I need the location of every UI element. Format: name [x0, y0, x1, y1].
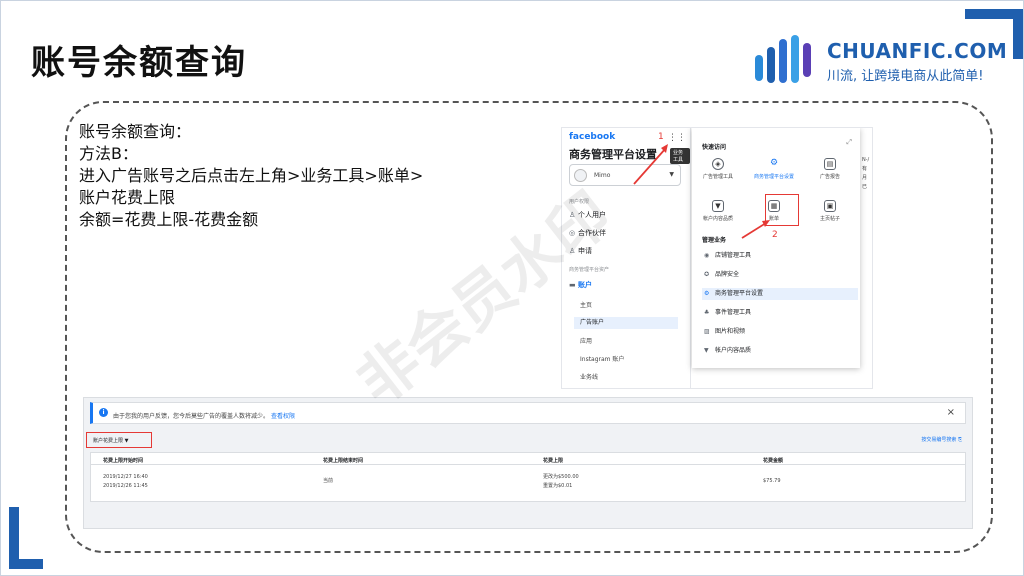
quick-access-title: 快速访问	[702, 144, 727, 151]
business-name: Mimo	[594, 172, 611, 179]
header-divider	[91, 464, 965, 465]
expand-icon[interactable]: ⤢	[846, 138, 852, 147]
sidebar-subitem-apps[interactable]: 应用	[580, 336, 592, 345]
manage-item-account-quality[interactable]: ▼ 帐户内容品质	[702, 345, 858, 357]
sidebar-item-accounts[interactable]: ▬ 账户	[569, 280, 592, 290]
table-cell: 更改为$500.00 重置为$0.01	[543, 474, 579, 489]
compass-icon: ◈	[712, 158, 724, 170]
logo-bars-icon	[755, 35, 811, 83]
manage-item-events-manager[interactable]: ♣ 事件管理工具	[702, 307, 858, 319]
report-icon: ▤	[824, 158, 836, 170]
shield-icon: ▼	[704, 347, 709, 354]
notice-link[interactable]: 查看权限	[271, 413, 295, 420]
dropdown-highlight-box	[86, 432, 152, 448]
chevron-down-icon: ▼	[669, 171, 674, 178]
description-line: 进入广告账号之后点击左上角>业务工具>账单>	[79, 166, 424, 185]
media-icon: ▨	[704, 328, 710, 335]
posts-icon: ▣	[824, 200, 836, 212]
slide: 账号余额查询 CHUANFIC.COM 川流, 让跨境电商从此简单! 账号余额查…	[0, 0, 1024, 576]
sidebar-subitem-instagram[interactable]: Instagram 账户	[580, 354, 624, 363]
quick-access-panel: 快速访问 ⤢ ◈ 广告管理工具 ⚙ 商务管理平台设置 ▤ 广告报告 ▼ 帐户内容品质 ▦…	[692, 128, 860, 368]
sidebar-subitem-business-lines[interactable]: 业务线	[580, 372, 598, 381]
store-icon: ◉	[704, 252, 710, 259]
search-by-transaction-link[interactable]: 按交易编号搜索 ⎘	[921, 436, 962, 443]
facebook-logo: facebook	[569, 132, 616, 142]
slide-title: 账号余额查询	[31, 43, 247, 83]
table-cell: 2019/12/27 16:40 2019/12/26 11:45	[103, 474, 148, 489]
brand-safety-icon: ✪	[704, 271, 710, 278]
manage-item-media[interactable]: ▨ 图片和视频	[702, 326, 858, 338]
manage-business-title: 管理业务	[702, 237, 727, 244]
divider	[690, 128, 691, 388]
sidebar-subitem-ad-accounts[interactable]: 广告账户	[574, 317, 678, 329]
description-line: 方法B：	[79, 144, 138, 163]
quick-item-page-posts[interactable]: ▣ 主页帖子	[810, 200, 850, 222]
fb-settings-heading: 商务管理平台设置	[569, 148, 657, 161]
manage-item-business-settings[interactable]: ⚙ 商务管理平台设置	[702, 288, 858, 300]
shield-icon: ▼	[712, 200, 724, 212]
column-header: 花费上限开始时间	[103, 458, 144, 464]
table-cell: $75.79	[763, 478, 781, 484]
business-selector[interactable]: Mimo ▼	[569, 164, 681, 186]
description-line: 账户花费上限	[79, 188, 176, 207]
gear-icon: ⚙	[769, 158, 779, 168]
description-text: 账号余额查询： 方法B： 进入广告账号之后点击左上角>业务工具>账单> 账户花费…	[79, 121, 499, 231]
cropped-edge-text: N-/ 有 月 已	[862, 157, 870, 190]
quick-item-ads-reporting[interactable]: ▤ 广告报告	[810, 158, 850, 180]
events-icon: ♣	[704, 309, 710, 316]
logo-slogan: 川流, 让跨境电商从此简单!	[827, 69, 984, 84]
description-line: 账号余额查询：	[79, 122, 192, 141]
description-line: 余额=花费上限-花费金额	[79, 210, 259, 229]
column-header: 花费金额	[763, 458, 784, 464]
billing-screenshot: i 由于您我的用户反馈，您今后莫些广告的覆盖人数将减少。 查看权限 × 账户花费…	[83, 397, 973, 529]
logo-name: CHUANFIC.COM	[827, 39, 1008, 63]
manage-item-brand-safety[interactable]: ✪ 品牌安全	[702, 269, 858, 281]
billing-highlight-box	[765, 194, 799, 226]
business-tools-tooltip: 业务工具	[670, 148, 690, 164]
notice-banner: i 由于您我的用户反馈，您今后莫些广告的覆盖人数将减少。 查看权限 ×	[90, 402, 966, 424]
info-icon: i	[99, 408, 108, 417]
fb-settings-screenshot: facebook 商务管理平台设置 ⋮⋮ 业务工具 Mimo ▼ 用户权限 ♙ 个…	[561, 127, 873, 389]
table-cell: 当前	[323, 478, 334, 484]
business-tools-grid-icon[interactable]: ⋮⋮	[668, 132, 686, 144]
column-header: 花费上限	[543, 458, 564, 464]
spend-limit-table: 花费上限开始时间 花费上限结束时间 花费上限 花费金额 2019/12/27 1…	[90, 452, 966, 502]
close-icon[interactable]: ×	[947, 407, 955, 418]
quick-item-account-quality[interactable]: ▼ 帐户内容品质	[698, 200, 738, 222]
gear-icon: ⚙	[704, 290, 710, 297]
column-header: 花费上限结束时间	[323, 458, 364, 464]
step-number-2: 2	[772, 230, 778, 240]
notice-text: 由于您我的用户反馈，您今后莫些广告的覆盖人数将减少。 查看权限	[113, 413, 295, 420]
brand-logo: CHUANFIC.COM 川流, 让跨境电商从此简单!	[753, 29, 1007, 91]
sidebar-subitem-pages[interactable]: 主页	[580, 300, 592, 309]
accounts-icon: ▬	[569, 281, 576, 289]
corner-decoration-bottom-left	[9, 507, 43, 569]
step-number-1: 1	[658, 132, 664, 142]
manage-item-commerce[interactable]: ◉ 店铺管理工具	[702, 250, 858, 262]
quick-item-business-settings[interactable]: ⚙ 商务管理平台设置	[754, 158, 794, 180]
quick-item-ads-manager[interactable]: ◈ 广告管理工具	[698, 158, 738, 180]
